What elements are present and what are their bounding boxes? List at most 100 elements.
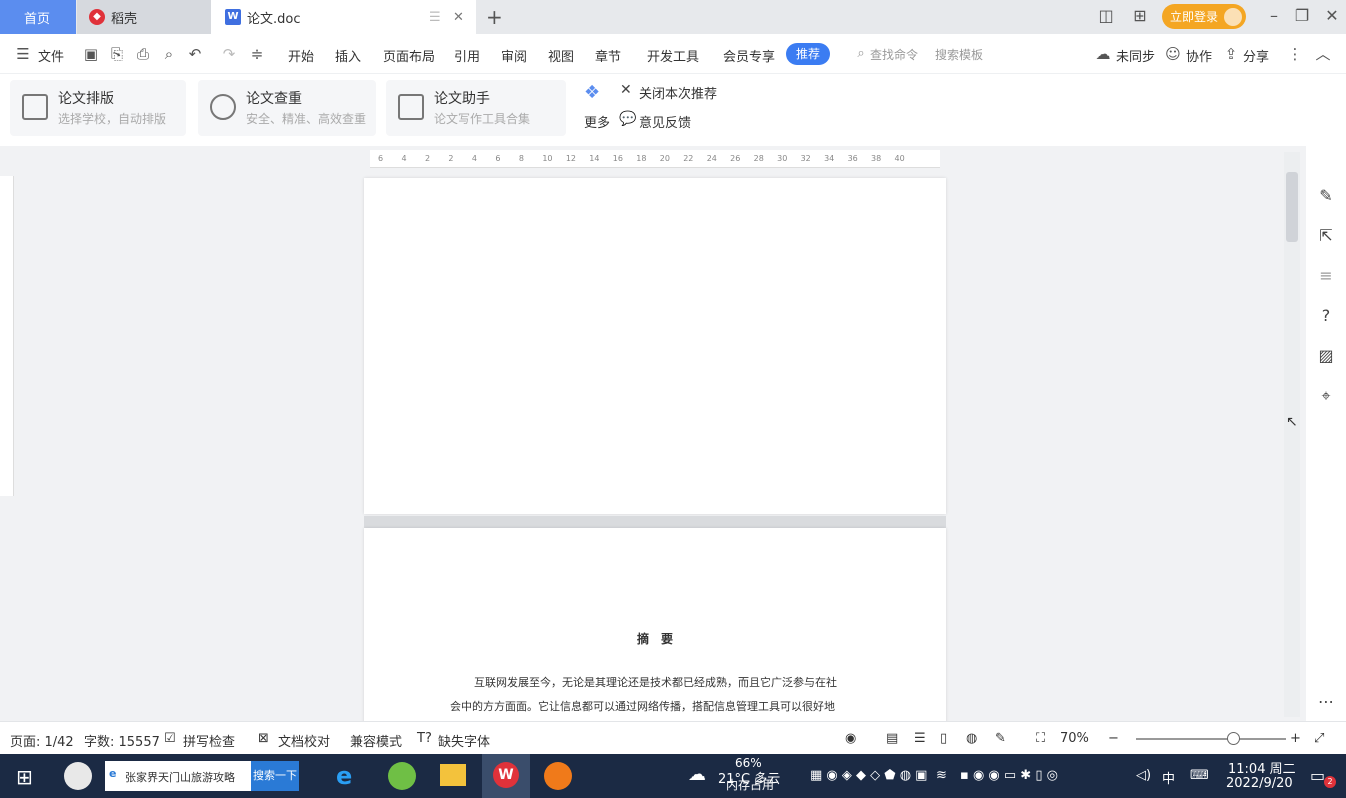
- menu-view[interactable]: 视图: [548, 46, 574, 65]
- tab-daoke[interactable]: ◆ 稻壳: [77, 0, 211, 34]
- file-explorer-icon[interactable]: [440, 764, 466, 786]
- fullscreen-icon[interactable]: ⤢: [1314, 731, 1324, 746]
- eye-protect-icon[interactable]: ◉: [845, 731, 856, 746]
- zoom-level[interactable]: 70%: [1060, 731, 1089, 746]
- collab-button[interactable]: 协作: [1186, 46, 1212, 65]
- word-count[interactable]: 字数: 15557: [84, 731, 160, 750]
- recorder-icon[interactable]: [544, 762, 572, 790]
- print-preview-icon[interactable]: ⌕: [160, 45, 178, 63]
- page-indicator[interactable]: 页面: 1/42: [10, 731, 74, 750]
- outline-view-icon[interactable]: ☰: [914, 731, 926, 746]
- compat-mode: 兼容模式: [350, 735, 403, 750]
- app-icon[interactable]: [64, 762, 92, 790]
- ruler-number: 24: [706, 154, 717, 163]
- notification-icon[interactable]: ▭: [1310, 766, 1325, 785]
- zoom-slider[interactable]: [1136, 732, 1286, 745]
- menu-page-layout[interactable]: 页面布局: [383, 46, 435, 65]
- horizontal-ruler[interactable]: 6 4 2 2 4 6 8 10 12 14 16 18 20 22 24 26 28 30 32 34 36 38 40: [370, 150, 940, 168]
- edge-browser-icon[interactable]: e: [336, 762, 352, 790]
- clock-time[interactable]: 11:04 周二: [1228, 758, 1296, 777]
- tab-document[interactable]: W 论文.doc ☰ ✕: [211, 0, 476, 34]
- location-pin-icon[interactable]: ⌖: [1316, 386, 1336, 406]
- thesis-format-icon: [22, 94, 48, 120]
- find-command-input[interactable]: 查找命令: [870, 46, 918, 63]
- login-button[interactable]: 立即登录: [1162, 4, 1246, 29]
- close-icon[interactable]: ✕: [620, 82, 632, 98]
- vertical-ruler[interactable]: [0, 176, 14, 496]
- menu-insert[interactable]: 插入: [335, 46, 361, 65]
- hamburger-icon[interactable]: ☰: [14, 45, 32, 63]
- web-view-icon[interactable]: ◍: [966, 731, 977, 746]
- help-icon[interactable]: ?: [1316, 306, 1336, 326]
- image-tool-icon[interactable]: ▨: [1316, 346, 1336, 366]
- zoom-slider-knob[interactable]: [1227, 732, 1241, 745]
- export-pdf-icon[interactable]: ⎘: [108, 45, 126, 63]
- spell-check-button[interactable]: 拼写检查: [183, 731, 235, 750]
- input-method-icon[interactable]: ⌨: [1190, 768, 1209, 783]
- tab-home[interactable]: 首页: [0, 0, 76, 34]
- ruler-number: 2: [424, 154, 431, 163]
- menu-start[interactable]: 开始: [288, 46, 314, 65]
- maximize-icon[interactable]: ❐: [1292, 6, 1312, 25]
- share-icon: ⇪: [1224, 45, 1238, 63]
- missing-font-button[interactable]: 缺失字体: [438, 731, 490, 750]
- customize-toolbar-icon[interactable]: ≑: [248, 45, 266, 63]
- more-button[interactable]: 更多: [584, 112, 610, 131]
- search-template-input[interactable]: 搜索模板: [935, 46, 983, 63]
- fit-page-icon[interactable]: ⛶: [1036, 731, 1045, 746]
- more-icon[interactable]: ⋮: [1286, 45, 1304, 63]
- page-1[interactable]: [364, 178, 946, 514]
- clock-date[interactable]: 2022/9/20: [1226, 776, 1293, 791]
- unsync-button[interactable]: 未同步: [1116, 46, 1155, 65]
- tab-close-icon[interactable]: ✕: [453, 10, 464, 25]
- redo-icon[interactable]: ↷: [220, 45, 238, 63]
- ime-indicator[interactable]: 中: [1162, 768, 1175, 787]
- tray-more-icons[interactable]: ▪ ◉ ◉ ▭ ✱ ▯ ◎: [960, 768, 1058, 783]
- reading-view-icon[interactable]: ▯: [940, 731, 947, 746]
- pen-icon[interactable]: ✎: [995, 731, 1006, 746]
- menu-section[interactable]: 章节: [595, 46, 621, 65]
- vertical-scrollbar[interactable]: [1284, 152, 1300, 717]
- volume-icon[interactable]: ◁): [1136, 768, 1151, 783]
- doc-check-button[interactable]: 文档校对: [278, 731, 330, 750]
- collapse-ribbon-icon[interactable]: ︿: [1314, 45, 1332, 63]
- zoom-out-icon[interactable]: −: [1108, 731, 1119, 746]
- edit-pen-icon[interactable]: ✎: [1316, 186, 1336, 206]
- feedback-button[interactable]: 意见反馈: [639, 112, 691, 131]
- style-list-icon[interactable]: ≡: [1316, 266, 1336, 286]
- minimize-icon[interactable]: –: [1264, 6, 1284, 25]
- menu-references[interactable]: 引用: [454, 46, 480, 65]
- menu-recommend[interactable]: 推荐: [786, 43, 830, 65]
- zoom-in-icon[interactable]: +: [1290, 731, 1301, 746]
- page-view-icon[interactable]: ▤: [886, 731, 898, 746]
- document-area: 6 4 2 2 4 6 8 10 12 14 16 18 20 22 24 26 28 30 32 34 36 38 40 …: [0, 146, 1346, 728]
- close-window-icon[interactable]: ✕: [1322, 6, 1342, 25]
- select-cursor-icon[interactable]: ⇱: [1316, 226, 1336, 246]
- undo-icon[interactable]: ↶: [186, 45, 204, 63]
- tray-app-icons[interactable]: ▦ ◉ ◈ ◆ ◇ ⬟ ◍ ▣: [810, 768, 927, 783]
- scrollbar-thumb[interactable]: [1286, 172, 1298, 242]
- tab-layout-icon[interactable]: ☰: [429, 10, 441, 25]
- share-button[interactable]: 分享: [1243, 46, 1269, 65]
- save-icon[interactable]: ▣: [82, 45, 100, 63]
- new-tab-button[interactable]: +: [486, 0, 506, 34]
- card-thesis-assistant[interactable]: 论文助手 论文写作工具合集: [386, 80, 566, 136]
- more-tools-icon[interactable]: ⋯: [1316, 692, 1336, 712]
- wps-taskbar-item[interactable]: W: [482, 754, 530, 798]
- card-thesis-check[interactable]: 论文查重 安全、精准、高效查重: [198, 80, 376, 136]
- print-icon[interactable]: ⎙: [134, 45, 152, 63]
- menu-review[interactable]: 审阅: [501, 46, 527, 65]
- wifi-icon[interactable]: ≋: [936, 768, 947, 783]
- apps-grid-icon[interactable]: ⊞: [1130, 6, 1150, 25]
- windows-start-icon[interactable]: ⊞: [16, 765, 33, 789]
- window-layout-icon[interactable]: ◫: [1096, 6, 1116, 25]
- card-thesis-format[interactable]: 论文排版 选择学校，自动排版: [10, 80, 186, 136]
- search-button[interactable]: 搜索一下: [251, 761, 299, 791]
- menu-developer[interactable]: 开发工具: [647, 46, 699, 65]
- menu-file[interactable]: 文件: [38, 46, 64, 65]
- page-2[interactable]: 摘 要 互联网发展至今，无论是其理论还是技术都已经成熟，而且它广泛参与在社 会中…: [364, 528, 946, 728]
- menu-member[interactable]: 会员专享: [723, 46, 775, 65]
- search-box[interactable]: e 张家界天门山旅游攻略 搜索一下: [105, 761, 299, 791]
- close-recommend-button[interactable]: 关闭本次推荐: [639, 83, 717, 102]
- browser360-icon[interactable]: [388, 762, 416, 790]
